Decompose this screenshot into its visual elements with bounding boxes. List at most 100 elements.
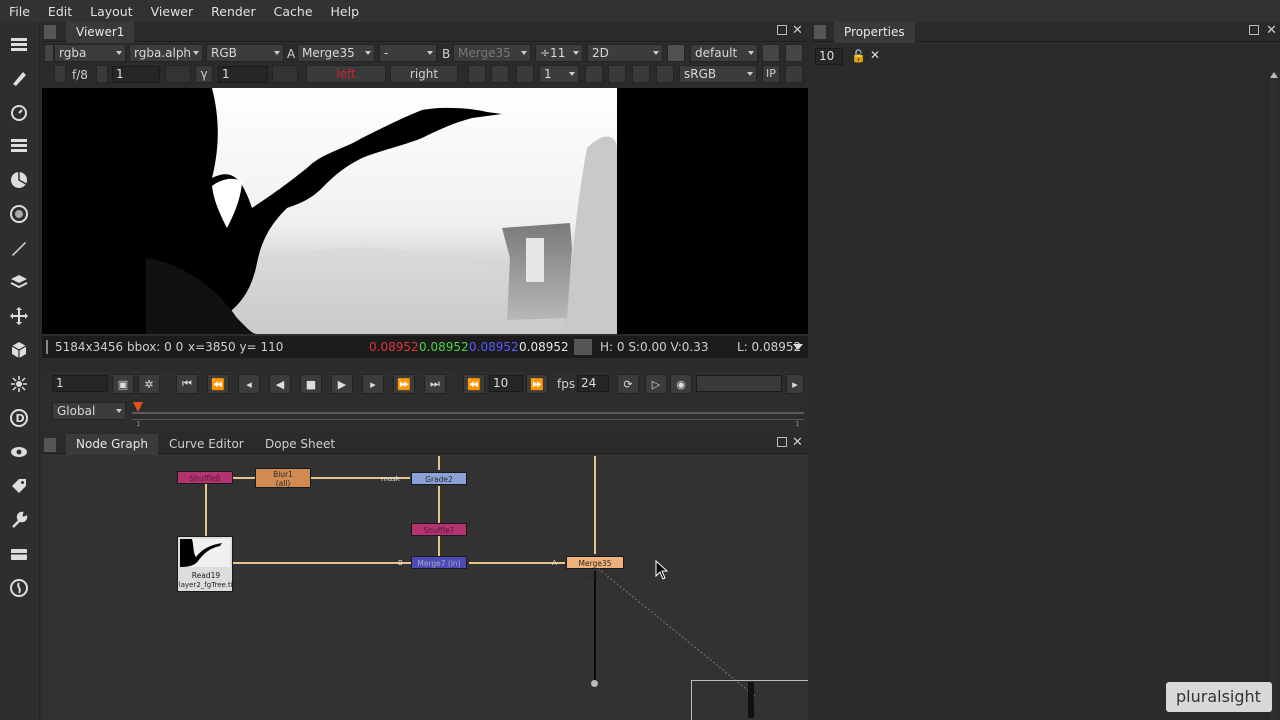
menu-render[interactable]: Render (202, 4, 265, 19)
menu-layout[interactable]: Layout (81, 4, 142, 19)
crop-icon[interactable] (762, 44, 780, 62)
a-input-dropdown[interactable]: Merge35 (297, 44, 375, 62)
gamma-slider-icon[interactable] (272, 65, 298, 83)
pane-grip-icon[interactable] (814, 25, 826, 39)
transform-icon[interactable] (8, 305, 30, 327)
colorspace-dropdown[interactable]: sRGB (679, 65, 757, 83)
refresh-icon[interactable] (632, 65, 650, 83)
node-blur1[interactable]: Blur1 (all) (255, 468, 311, 488)
lock-panels-icon[interactable]: 🔓 (851, 49, 866, 63)
prev-keyframe-icon[interactable]: ⏪ (207, 374, 229, 394)
merge-icon[interactable] (8, 271, 30, 293)
gamma-field[interactable]: 1 (218, 66, 268, 83)
prev-frame-icon[interactable]: ◂ (238, 374, 260, 394)
roi-toggle-icon[interactable] (585, 65, 603, 83)
close-pane-icon[interactable]: ✕ (792, 23, 803, 38)
node-merge35[interactable]: Merge35 (over) (566, 556, 624, 581)
properties-scrollbar[interactable] (1268, 70, 1278, 720)
play-forward-icon[interactable]: ▶ (331, 374, 353, 394)
downrez-dropdown[interactable]: 1 (539, 65, 579, 83)
pane-grip-icon[interactable] (44, 438, 56, 452)
frame-range-icon[interactable]: ✲ (138, 374, 160, 394)
next-frame-icon[interactable]: ▸ (362, 374, 384, 394)
wipe-operation-dropdown[interactable]: - (379, 44, 437, 62)
display-channel-dropdown[interactable]: RGB (206, 44, 284, 62)
right-view-button[interactable]: right (390, 65, 458, 83)
pause-icon[interactable] (656, 65, 674, 83)
roi-icon[interactable] (667, 44, 685, 62)
menu-cache[interactable]: Cache (265, 4, 322, 19)
node-graph-canvas[interactable]: Shuffle8 Blur1 (all) mask Grade2 Shuffle7… (42, 456, 808, 720)
close-pane-icon[interactable]: ✕ (1266, 23, 1277, 38)
skip-forward-icon[interactable]: ⏩ (526, 374, 548, 394)
range-dropdown[interactable]: Global (52, 402, 126, 420)
3d-icon[interactable] (8, 339, 30, 361)
time-icon[interactable] (8, 101, 30, 123)
tab-node-graph[interactable]: Node Graph (66, 434, 158, 455)
current-frame-field[interactable]: 1 (52, 375, 108, 392)
furnace-icon[interactable] (8, 577, 30, 599)
metadata-icon[interactable] (8, 475, 30, 497)
input-process-button[interactable]: IP (762, 65, 780, 83)
mask-overlay-icon[interactable] (491, 65, 509, 83)
b-input-dropdown[interactable]: Merge35 (453, 44, 531, 62)
update-icon[interactable] (608, 65, 626, 83)
stop-icon[interactable]: ■ (300, 374, 322, 394)
wipe-icon[interactable] (785, 65, 803, 83)
channel-icon[interactable] (8, 135, 30, 157)
node-read19[interactable]: Read19 layer2_fgTree.tif (177, 536, 235, 592)
zoom-window-icon[interactable] (516, 65, 534, 83)
tab-dope-sheet[interactable]: Dope Sheet (255, 434, 345, 455)
safe-area-icon[interactable] (468, 65, 486, 83)
lock-range-icon[interactable]: ▣ (112, 374, 134, 394)
last-frame-icon[interactable]: ⏭ (424, 374, 446, 394)
deep-icon[interactable]: D (8, 407, 30, 429)
views-icon[interactable] (8, 441, 30, 463)
node-merge7[interactable]: Merge7 (in) (411, 556, 467, 569)
channels-dropdown[interactable]: rgba (54, 44, 126, 62)
particles-icon[interactable] (8, 373, 30, 395)
play-backward-icon[interactable]: ◀ (269, 374, 291, 394)
frame-increment-field[interactable]: 10 (489, 375, 523, 392)
node-grade2[interactable]: Grade2 (411, 472, 467, 485)
view-mode-dropdown[interactable]: 2D (587, 44, 663, 62)
color-icon[interactable] (8, 169, 30, 191)
menu-viewer[interactable]: Viewer (142, 4, 203, 19)
keyer-icon[interactable] (8, 237, 30, 259)
skip-back-icon[interactable]: ⏪ (463, 374, 485, 394)
proxy-dropdown[interactable]: ÷11 (535, 44, 583, 62)
float-pane-icon[interactable] (777, 25, 787, 35)
record-icon[interactable]: ◉ (670, 374, 692, 394)
float-pane-icon[interactable] (1249, 25, 1259, 35)
timeline-track[interactable] (132, 412, 804, 414)
menu-help[interactable]: Help (322, 4, 369, 19)
playback-range-field[interactable] (696, 375, 782, 392)
node-shuffle8[interactable]: Shuffle8 (177, 471, 233, 484)
paint-icon[interactable] (8, 67, 30, 89)
next-keyframe-icon[interactable]: ⏩ (393, 374, 415, 394)
max-panels-field[interactable]: 10 (815, 48, 843, 65)
tab-properties[interactable]: Properties (834, 22, 915, 43)
image-icon[interactable] (8, 33, 30, 55)
lut-group-dropdown[interactable]: default (690, 44, 758, 62)
filter-icon[interactable] (8, 203, 30, 225)
menu-edit[interactable]: Edit (39, 4, 81, 19)
menu-file[interactable]: File (0, 4, 39, 19)
clear-panels-icon[interactable]: ✕ (870, 48, 880, 62)
viewer-viewport[interactable] (42, 88, 808, 334)
pane-grip-icon[interactable] (44, 25, 56, 39)
tab-curve-editor[interactable]: Curve Editor (159, 434, 254, 455)
left-view-button[interactable]: left (306, 65, 386, 83)
tab-viewer1[interactable]: Viewer1 (66, 22, 135, 43)
node-shuffle7[interactable]: Shuffle7 (411, 523, 467, 536)
playhead-marker-icon[interactable] (133, 402, 143, 412)
gain-slider-icon[interactable] (165, 65, 191, 83)
fstop-inc-icon[interactable] (96, 65, 108, 83)
flipbook-icon[interactable]: ▷ (645, 374, 667, 394)
fps-field[interactable]: 24 (577, 375, 609, 392)
toolsets-icon[interactable] (8, 509, 30, 531)
float-pane-icon[interactable] (777, 437, 787, 447)
gain-field[interactable]: 1 (112, 66, 160, 83)
fstop-dec-icon[interactable] (54, 65, 66, 83)
scroll-up-icon[interactable] (1270, 72, 1278, 78)
